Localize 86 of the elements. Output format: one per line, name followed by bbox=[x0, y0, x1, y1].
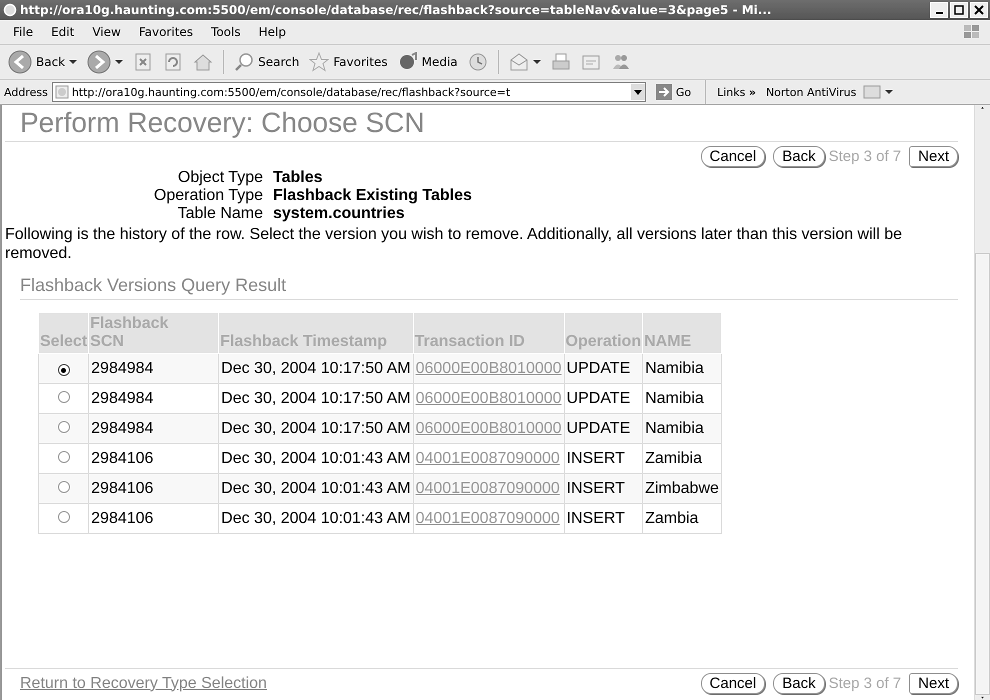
minimize-icon bbox=[936, 12, 942, 14]
section-title: Flashback Versions Query Result bbox=[20, 275, 958, 300]
minimize-button[interactable] bbox=[930, 2, 948, 18]
window-title: http://ora10g.haunting.com:5500/em/console/database/rec/flashback?source=tableNav&value=3&page5 - Mi... bbox=[20, 3, 772, 17]
column-header: Select bbox=[38, 312, 89, 354]
radio-button[interactable] bbox=[58, 480, 70, 492]
close-button[interactable] bbox=[970, 2, 988, 18]
column-header: Transaction ID bbox=[413, 312, 564, 354]
dropdown-arrow-icon bbox=[115, 60, 124, 64]
scrollbar-thumb[interactable] bbox=[975, 252, 990, 694]
dropdown-arrow-icon bbox=[885, 90, 894, 94]
dropdown-arrow-icon bbox=[69, 60, 78, 64]
arrow-icon bbox=[656, 84, 672, 100]
table-cell: 2984106 bbox=[88, 504, 219, 534]
description-text: Following is the history of the row. Select the version you wish to remove. Additionally, all versions later than this version will be removed. bbox=[5, 225, 904, 263]
antivirus-icon bbox=[863, 85, 882, 99]
field-value: system.countries bbox=[273, 205, 406, 223]
field-value: Flashback Existing Tables bbox=[273, 187, 473, 205]
cancel-button[interactable]: Cancel bbox=[700, 673, 766, 694]
radio-button[interactable] bbox=[58, 390, 70, 402]
menu-item[interactable]: Edit bbox=[42, 25, 84, 39]
printer-icon bbox=[550, 52, 571, 72]
star-icon bbox=[309, 52, 330, 72]
table-cell: UPDATE bbox=[564, 414, 643, 444]
field-label: Object Type bbox=[176, 169, 263, 187]
radio-button[interactable] bbox=[58, 420, 70, 432]
table-cell: 2984106 bbox=[88, 474, 219, 504]
menu-item[interactable]: Favorites bbox=[130, 25, 202, 39]
search-icon bbox=[234, 52, 254, 72]
field-value: Tables bbox=[273, 169, 324, 187]
column-header: Operation bbox=[564, 312, 643, 354]
people-icon bbox=[610, 52, 631, 72]
radio-button[interactable] bbox=[58, 364, 70, 376]
table-cell: Dec 30, 2004 10:17:50 AM bbox=[218, 354, 414, 384]
browser-icon bbox=[3, 3, 17, 17]
step-indicator: Step 3 of 7 bbox=[828, 675, 902, 692]
cancel-button[interactable]: Cancel bbox=[700, 146, 766, 167]
back-button[interactable]: Back bbox=[773, 146, 825, 167]
favorites-button[interactable]: Favorites bbox=[305, 50, 392, 74]
back-button[interactable]: Back bbox=[773, 673, 825, 694]
maximize-button[interactable] bbox=[950, 2, 968, 18]
table-cell: Dec 30, 2004 10:01:43 AM bbox=[218, 474, 414, 504]
column-header: Flashback Timestamp bbox=[218, 312, 414, 354]
home-icon bbox=[193, 52, 214, 72]
page-icon bbox=[54, 85, 69, 99]
table-cell: UPDATE bbox=[564, 354, 643, 384]
table-cell: Zambia bbox=[642, 504, 722, 534]
step-indicator: Step 3 of 7 bbox=[828, 148, 902, 165]
media-button[interactable]: Media bbox=[394, 50, 462, 74]
maximize-icon bbox=[954, 5, 964, 15]
radio-button[interactable] bbox=[58, 450, 70, 462]
table-cell: 2984984 bbox=[88, 414, 219, 444]
back-button[interactable]: Back bbox=[4, 48, 82, 76]
envelope-icon bbox=[508, 52, 529, 72]
table-cell: Namibia bbox=[642, 414, 722, 444]
table-cell: Dec 30, 2004 10:17:50 AM bbox=[218, 414, 414, 444]
menu-item[interactable]: Tools bbox=[202, 25, 250, 39]
menu-item[interactable]: View bbox=[83, 25, 130, 39]
close-icon bbox=[974, 5, 984, 15]
table-cell: INSERT bbox=[564, 504, 643, 534]
menu-item[interactable]: Help bbox=[250, 25, 295, 39]
go-button[interactable]: Go bbox=[650, 83, 698, 101]
field-label: Table Name bbox=[176, 205, 263, 223]
next-button[interactable]: Next bbox=[909, 146, 958, 167]
address-label: Address bbox=[4, 86, 48, 98]
antivirus-toolbar-button[interactable]: Norton AntiVirus bbox=[762, 86, 860, 98]
table-cell: Namibia bbox=[642, 354, 722, 384]
column-header: NAME bbox=[642, 312, 722, 354]
table-cell: Zimbabwe bbox=[642, 474, 722, 504]
refresh-icon bbox=[163, 52, 184, 72]
table-cell: Dec 30, 2004 10:01:43 AM bbox=[218, 504, 414, 534]
next-button[interactable]: Next bbox=[909, 673, 958, 694]
stop-icon bbox=[133, 52, 154, 72]
return-link[interactable]: Return to Recovery Type Selection bbox=[20, 674, 267, 692]
table-cell: INSERT bbox=[564, 474, 643, 504]
page-title: Perform Recovery: Choose SCN bbox=[5, 107, 958, 142]
menu-item[interactable]: File bbox=[4, 25, 42, 39]
links-button[interactable]: Links » bbox=[714, 86, 759, 98]
table-cell: 2984984 bbox=[88, 354, 219, 384]
search-button[interactable]: Search bbox=[230, 50, 304, 74]
radio-button[interactable] bbox=[58, 510, 70, 522]
media-icon bbox=[398, 52, 418, 72]
column-header: Flashback SCN bbox=[88, 312, 219, 354]
clock-icon bbox=[468, 52, 488, 72]
dropdown-arrow-icon bbox=[532, 60, 541, 64]
field-label: Operation Type bbox=[152, 187, 263, 205]
